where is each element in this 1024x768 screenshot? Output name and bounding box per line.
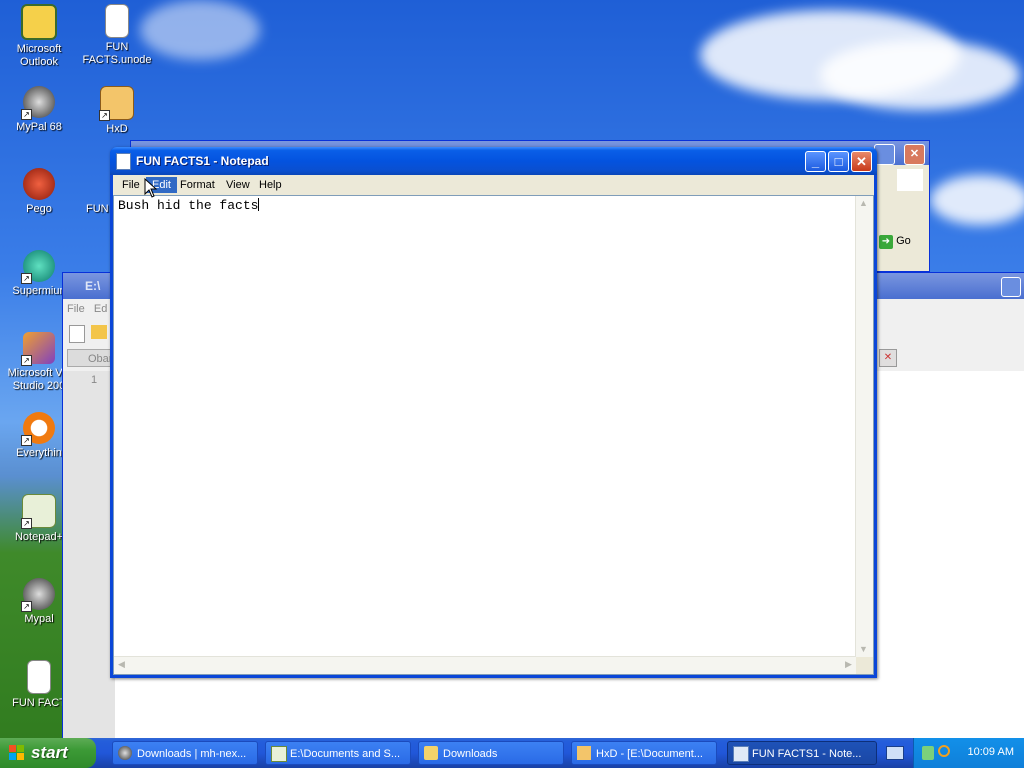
menu-file[interactable]: File bbox=[116, 177, 146, 193]
windows-flag-icon bbox=[9, 745, 24, 760]
notepad-icon bbox=[116, 153, 131, 170]
cloud bbox=[820, 40, 1020, 110]
taskbar-item-notepad-plus[interactable]: E:\Documents and S... bbox=[265, 741, 411, 765]
go-label: Go bbox=[896, 235, 911, 247]
hxd-icon: ↗ bbox=[99, 86, 134, 121]
clock[interactable]: 10:09 AM bbox=[968, 746, 1014, 758]
scroll-left-icon[interactable]: ◀ bbox=[114, 657, 129, 672]
menu-format[interactable]: Format bbox=[174, 177, 221, 193]
notepad-content: Bush hid the facts bbox=[118, 198, 259, 213]
notepad-plus-icon bbox=[271, 746, 287, 762]
editor-tab[interactable]: Oban bbox=[67, 349, 115, 367]
close-icon[interactable]: ✕ bbox=[904, 144, 925, 165]
folder-icon bbox=[424, 746, 438, 760]
menu-view[interactable]: View bbox=[220, 177, 256, 193]
desktop-icon-mypal-68[interactable]: ↗ MyPal 68 bbox=[0, 86, 78, 134]
hxd-icon bbox=[577, 746, 591, 760]
mouse-cursor-icon bbox=[144, 178, 158, 198]
scroll-up-icon[interactable]: ▲ bbox=[856, 196, 871, 211]
text-file-icon bbox=[105, 4, 129, 38]
network-icon[interactable] bbox=[922, 746, 934, 760]
notepad-icon bbox=[733, 746, 749, 762]
desktop-icon-label: Microsoft Outlook bbox=[16, 43, 62, 68]
text-caret bbox=[258, 198, 260, 211]
desktop-icon-pego[interactable]: Pego bbox=[0, 168, 78, 216]
taskbar-item-downloads-browser[interactable]: Downloads | mh-nex... bbox=[112, 741, 258, 765]
start-button[interactable]: start bbox=[0, 738, 96, 768]
mypal-icon: ↗ bbox=[21, 86, 55, 120]
cloud bbox=[930, 175, 1024, 225]
taskbar-item-label: HxD - [E:\Document... bbox=[596, 748, 703, 760]
notepad-plus-icon: ↗ bbox=[21, 494, 56, 529]
desktop-icon-fun-facts-unode[interactable]: FUN FACTS.unode bbox=[78, 4, 156, 67]
cloud bbox=[140, 0, 260, 60]
keyboard-icon[interactable] bbox=[886, 746, 904, 760]
close-tab-icon[interactable]: ✕ bbox=[879, 349, 897, 367]
scroll-down-icon[interactable]: ▼ bbox=[856, 642, 871, 657]
everything-search-icon: ↗ bbox=[21, 412, 55, 446]
close-button[interactable]: ✕ bbox=[851, 151, 872, 172]
go-arrow-icon: ➜ bbox=[879, 235, 893, 249]
desktop-icon-label: Pego bbox=[26, 203, 52, 215]
taskbar-item-downloads-folder[interactable]: Downloads bbox=[418, 741, 564, 765]
notepad-menubar: File Edit Format View Help bbox=[113, 175, 874, 195]
minimize-icon: _ bbox=[811, 154, 820, 169]
maximize-icon[interactable] bbox=[874, 144, 895, 165]
background-editor-menu: File Ed bbox=[67, 303, 107, 315]
menu-help[interactable]: Help bbox=[253, 177, 288, 193]
notepad-content-line: Bush hid the facts bbox=[118, 198, 260, 213]
desktop-icon-label: MyPal 68 bbox=[16, 121, 62, 133]
pego-icon bbox=[23, 168, 55, 200]
notepad-titlebar[interactable]: FUN FACTS1 - Notepad _ □ ✕ bbox=[110, 147, 877, 175]
taskbar-item-label: Downloads | mh-nex... bbox=[137, 748, 247, 760]
taskbar-item-label: Downloads bbox=[443, 748, 498, 760]
horizontal-scrollbar[interactable]: ◀ ▶ bbox=[114, 656, 856, 674]
taskbar-item-label: FUN FACTS1 - Note... bbox=[752, 748, 862, 760]
desktop-icon-hxd[interactable]: ↗ HxD bbox=[78, 86, 156, 136]
notepad-title: FUN FACTS1 - Notepad bbox=[136, 154, 269, 168]
notepad-window[interactable]: FUN FACTS1 - Notepad _ □ ✕ File Edit For… bbox=[110, 147, 877, 678]
desktop-icon-label: FUN FACTS.unode bbox=[82, 41, 152, 66]
resize-grip-icon[interactable] bbox=[856, 657, 873, 674]
background-editor-title: E:\ bbox=[85, 279, 101, 293]
supermium-icon: ↗ bbox=[21, 250, 55, 284]
desktop-icon-label: HxD bbox=[106, 123, 128, 135]
text-file-icon bbox=[27, 660, 51, 694]
notepad-text-area[interactable]: Bush hid the facts ▲ ▼ ◀ ▶ bbox=[113, 195, 874, 675]
menu-file[interactable]: File bbox=[67, 303, 85, 315]
close-icon: ✕ bbox=[856, 154, 867, 169]
open-folder-icon[interactable] bbox=[91, 325, 107, 339]
new-file-icon[interactable] bbox=[69, 325, 85, 343]
vertical-scrollbar[interactable]: ▲ ▼ bbox=[855, 196, 873, 657]
go-button[interactable]: ➜ Go bbox=[879, 235, 919, 253]
outlook-icon bbox=[21, 4, 57, 40]
desktop-icon-outlook[interactable]: Microsoft Outlook bbox=[0, 4, 78, 69]
maximize-button[interactable]: □ bbox=[828, 151, 849, 172]
maximize-icon: □ bbox=[834, 154, 843, 169]
start-label: start bbox=[31, 743, 68, 762]
taskbar: start Downloads | mh-nex... E:\Documents… bbox=[0, 738, 1024, 768]
taskbar-item-notepad[interactable]: FUN FACTS1 - Note... bbox=[727, 741, 877, 765]
mypal-icon: ↗ bbox=[21, 578, 55, 612]
line-number: 1 bbox=[91, 374, 98, 386]
system-tray: 10:09 AM bbox=[913, 738, 1024, 768]
visual-studio-icon: ↗ bbox=[21, 332, 55, 366]
menu-edit[interactable]: Ed bbox=[94, 303, 107, 315]
taskbar-item-label: E:\Documents and S... bbox=[290, 748, 401, 760]
minimize-button[interactable]: _ bbox=[805, 151, 826, 172]
minimize-icon[interactable] bbox=[1001, 277, 1021, 297]
scroll-right-icon[interactable]: ▶ bbox=[841, 657, 856, 672]
line-number-gutter: 1 bbox=[63, 371, 115, 743]
taskbar-item-hxd[interactable]: HxD - [E:\Document... bbox=[571, 741, 717, 765]
mypal-icon bbox=[118, 746, 132, 760]
windows-logo-icon bbox=[897, 169, 923, 191]
search-icon[interactable] bbox=[938, 745, 950, 757]
